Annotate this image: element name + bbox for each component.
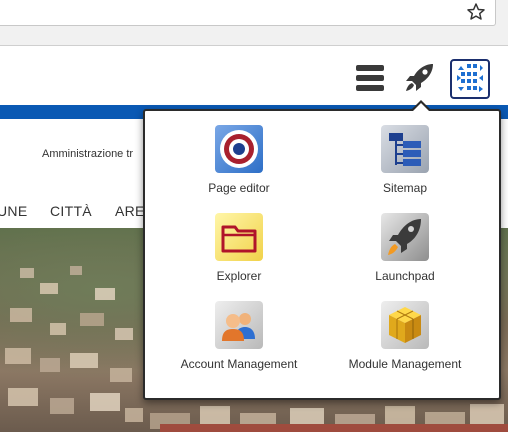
menu-item-module-management[interactable]: Module Management (325, 301, 485, 381)
browser-toolbar (0, 0, 508, 46)
grid-apps-icon[interactable] (450, 59, 490, 99)
menu-item-page-editor[interactable]: Page editor (159, 125, 319, 205)
menu-item-label: Page editor (208, 181, 270, 195)
menu-item-label: Module Management (348, 357, 462, 371)
administration-label: Amministrazione tr (42, 148, 134, 160)
rocket-icon[interactable] (403, 60, 437, 94)
hamburger-icon[interactable] (356, 65, 384, 93)
sitemap-icon (381, 125, 429, 173)
menu-item-label: Sitemap (382, 181, 428, 195)
menu-item-label: Account Management (180, 357, 298, 371)
menu-item-label: Explorer (216, 269, 262, 283)
nav-item-comune[interactable]: UNE (0, 203, 27, 219)
cube-icon (381, 301, 429, 349)
menu-item-explorer[interactable]: Explorer (159, 213, 319, 293)
bookmark-star-icon[interactable] (466, 2, 486, 22)
folder-icon (215, 213, 263, 261)
users-icon (215, 301, 263, 349)
dropdown-arrow-fill (413, 103, 429, 111)
apps-dropdown-menu: Page editor Sitemap Explorer Launchpad A… (143, 109, 501, 400)
menu-item-account-management[interactable]: Account Management (159, 301, 319, 381)
nav-item-aree[interactable]: ARE (115, 203, 145, 219)
page-editor-icon (215, 125, 263, 173)
menu-item-label: Launchpad (375, 269, 435, 283)
nav-item-citta[interactable]: CITTÀ (50, 203, 92, 219)
menu-item-launchpad[interactable]: Launchpad (325, 213, 485, 293)
menu-item-sitemap[interactable]: Sitemap (325, 125, 485, 205)
address-bar[interactable] (0, 0, 496, 26)
rocket-icon (381, 213, 429, 261)
